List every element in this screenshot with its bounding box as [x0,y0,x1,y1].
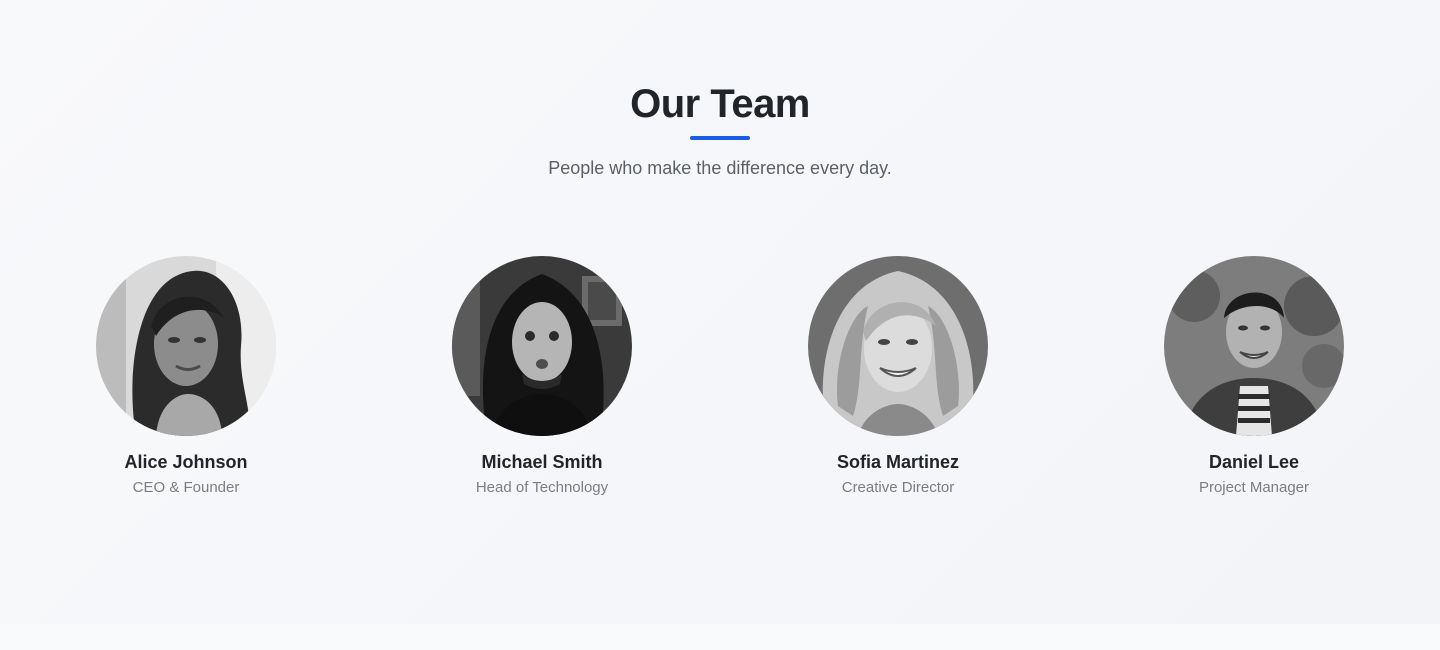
member-photo [808,256,988,436]
member-name: Michael Smith [481,452,603,472]
team-section: Our Team People who make the difference … [0,0,1440,624]
team-member-card: Daniel Lee Project Manager [1134,256,1374,498]
section-subtitle: People who make the difference every day… [548,158,892,178]
section-title: Our Team [630,82,810,126]
title-underline [690,136,750,140]
member-photo [1164,256,1344,436]
member-role: Head of Technology [475,479,609,496]
member-role: Creative Director [841,479,955,496]
member-name: Sofia Martinez [836,452,960,472]
team-member-card: Michael Smith Head of Technology [422,256,662,498]
member-photo [452,256,632,436]
member-role: Project Manager [1198,479,1310,496]
member-name: Daniel Lee [1208,452,1300,472]
member-name: Alice Johnson [124,452,248,472]
team-member-card: Sofia Martinez Creative Director [778,256,1018,498]
team-member-card: Alice Johnson CEO & Founder [66,256,306,498]
page-bottom-strip [0,624,1440,650]
member-photo [96,256,276,436]
member-role: CEO & Founder [132,479,240,496]
